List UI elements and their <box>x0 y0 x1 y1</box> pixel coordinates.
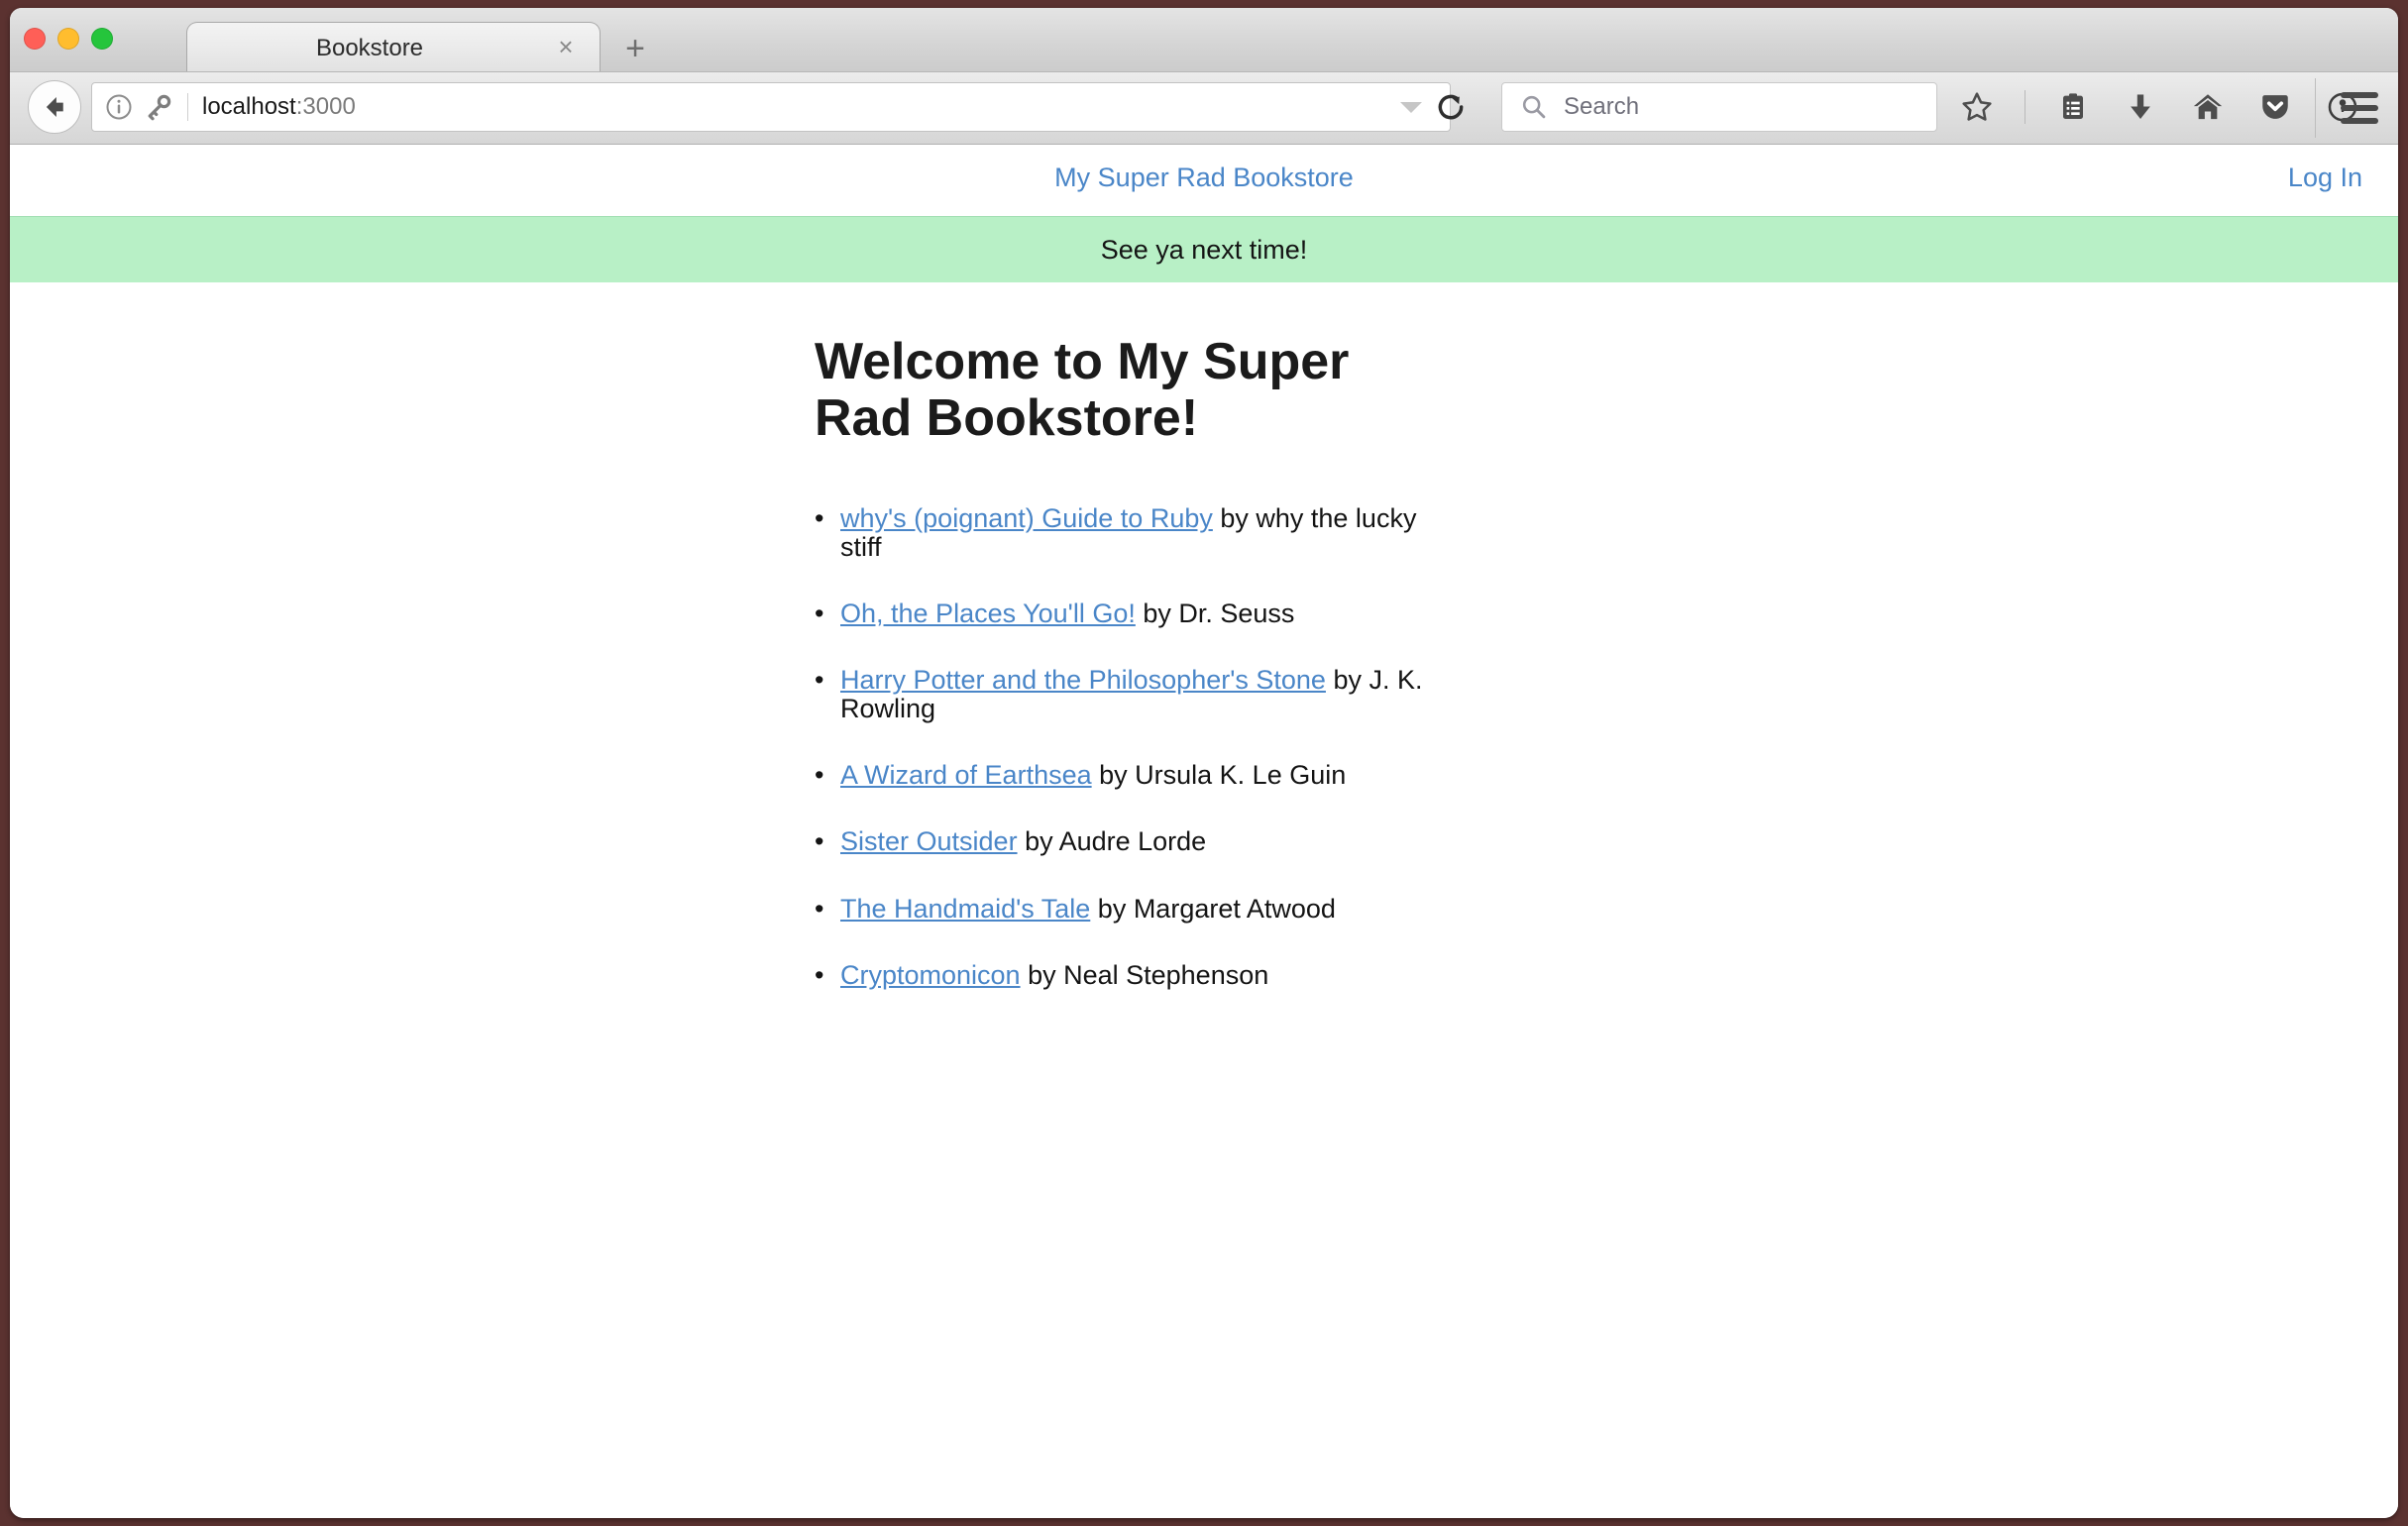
book-author: by Margaret Atwood <box>1090 893 1336 924</box>
reload-icon <box>1438 94 1464 120</box>
book-list-item: why's (poignant) Guide to Ruby by why th… <box>815 504 1449 561</box>
book-author: by Audre Lorde <box>1017 826 1207 857</box>
navigation-toolbar: localhost:3000 Search <box>10 72 2398 145</box>
menu-button[interactable] <box>2341 92 2378 124</box>
book-list-item: Oh, the Places You'll Go! by Dr. Seuss <box>815 599 1449 629</box>
toolbar-icon-group <box>1957 82 2362 132</box>
home-icon[interactable] <box>2188 87 2228 127</box>
url-host: localhost <box>202 93 296 120</box>
book-title-link[interactable]: Cryptomonicon <box>840 960 1021 990</box>
book-list-item: A Wizard of Earthsea by Ursula K. Le Gui… <box>815 760 1449 791</box>
book-list: why's (poignant) Guide to Ruby by why th… <box>815 504 1449 991</box>
url-separator <box>187 93 188 121</box>
minimize-window-button[interactable] <box>57 28 79 50</box>
downloads-icon[interactable] <box>2121 87 2160 127</box>
book-author: by Neal Stephenson <box>1020 960 1269 991</box>
book-title-link[interactable]: why's (poignant) Guide to Ruby <box>840 503 1213 533</box>
tab-close-icon[interactable]: × <box>552 33 580 60</box>
menu-separator <box>2315 78 2316 138</box>
book-title-link[interactable]: A Wizard of Earthsea <box>840 760 1092 790</box>
url-bar[interactable]: localhost:3000 <box>91 82 1451 132</box>
browser-window: Bookstore × + localhost:3000 Search My S… <box>0 0 2408 1526</box>
search-icon <box>1522 95 1546 119</box>
flash-message-banner: See ya next time! <box>10 216 2398 282</box>
book-author: by Dr. Seuss <box>1135 599 1295 629</box>
window-controls <box>24 28 113 50</box>
book-title-link[interactable]: Sister Outsider <box>840 826 1018 856</box>
tab-title: Bookstore <box>315 35 424 61</box>
bookmark-star-icon[interactable] <box>1957 87 1997 127</box>
tab-bookstore[interactable]: Bookstore × <box>186 22 601 71</box>
back-button[interactable] <box>28 80 81 134</box>
new-tab-button[interactable]: + <box>618 32 652 67</box>
menu-bar-3 <box>2341 118 2378 124</box>
pocket-icon[interactable] <box>2255 87 2295 127</box>
book-list-item: Cryptomonicon by Neal Stephenson <box>815 960 1449 991</box>
site-title-link[interactable]: My Super Rad Bookstore <box>10 163 2398 193</box>
back-arrow-icon <box>46 97 63 117</box>
key-icon[interactable] <box>144 92 173 122</box>
book-title-link[interactable]: Oh, the Places You'll Go! <box>840 599 1136 628</box>
search-placeholder: Search <box>1564 93 1640 120</box>
flash-message-text: See ya next time! <box>1100 234 1308 265</box>
reading-list-icon[interactable] <box>2053 87 2093 127</box>
login-link[interactable]: Log In <box>2288 163 2362 193</box>
site-header: My Super Rad Bookstore Log In <box>10 145 2398 216</box>
info-icon[interactable] <box>104 92 134 122</box>
book-list-item: The Handmaid's Tale by Margaret Atwood <box>815 893 1449 924</box>
tab-strip: Bookstore × + <box>10 8 2398 72</box>
menu-bar-2 <box>2341 105 2378 111</box>
identity-icons <box>92 92 173 122</box>
book-list-item: Sister Outsider by Audre Lorde <box>815 826 1449 857</box>
zoom-window-button[interactable] <box>91 28 113 50</box>
book-author: by Ursula K. Le Guin <box>1091 760 1347 791</box>
main-content: Welcome to My Super Rad Bookstore! why's… <box>10 282 1508 991</box>
url-text: localhost:3000 <box>202 93 356 121</box>
chevron-down-icon[interactable] <box>1400 101 1422 113</box>
page-title: Welcome to My Super Rad Bookstore! <box>815 333 1350 448</box>
book-list-item: Harry Potter and the Philosopher's Stone… <box>815 666 1449 722</box>
book-title-link[interactable]: The Handmaid's Tale <box>840 894 1090 924</box>
url-port: :3000 <box>295 93 356 120</box>
reload-button[interactable] <box>1425 82 1477 132</box>
search-bar[interactable]: Search <box>1501 82 1937 132</box>
page-content: My Super Rad Bookstore Log In See ya nex… <box>10 145 2398 1518</box>
browser-window-inner: Bookstore × + localhost:3000 Search My S… <box>10 8 2398 1518</box>
menu-bar-1 <box>2341 92 2378 98</box>
close-window-button[interactable] <box>24 28 46 50</box>
book-title-link[interactable]: Harry Potter and the Philosopher's Stone <box>840 665 1326 695</box>
